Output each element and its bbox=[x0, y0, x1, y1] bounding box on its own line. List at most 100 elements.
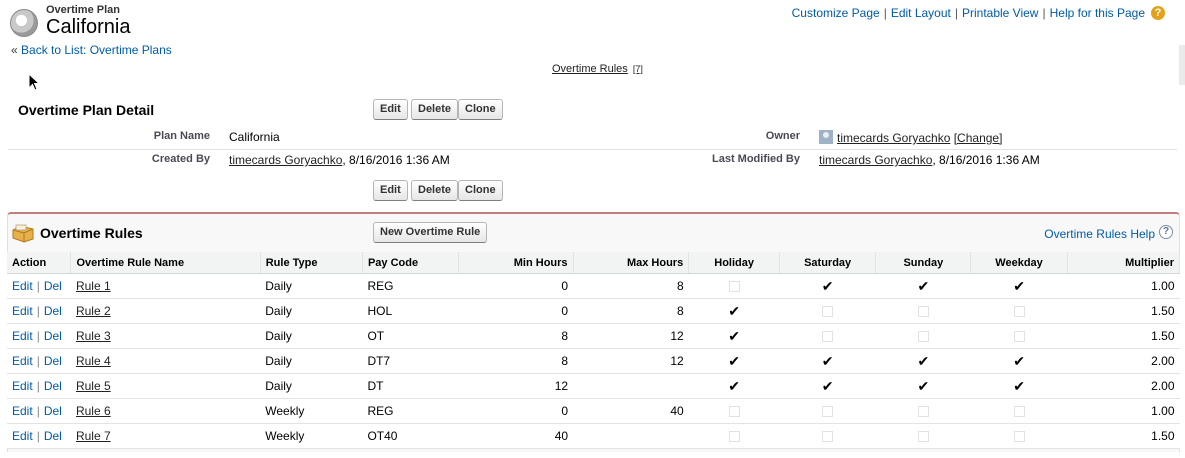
sunday-cell: ✔ bbox=[875, 373, 971, 399]
min-hours-cell: 40 bbox=[458, 423, 574, 449]
column-header-max-hours[interactable]: Max Hours bbox=[573, 252, 690, 274]
delete-row-link[interactable]: Del bbox=[44, 429, 62, 443]
divider: | bbox=[36, 304, 40, 318]
column-header-rule-type[interactable]: Rule Type bbox=[260, 252, 363, 274]
help-icon[interactable]: ? bbox=[1159, 225, 1173, 239]
rule-name-link[interactable]: Rule 3 bbox=[76, 329, 111, 343]
last-modified-by-label: Last Modified By bbox=[711, 153, 800, 165]
rule-name-link[interactable]: Rule 7 bbox=[76, 429, 111, 443]
customize-page-link[interactable]: Customize Page bbox=[792, 6, 880, 20]
holiday-cell bbox=[688, 273, 780, 299]
unchecked-checkbox-icon bbox=[822, 331, 834, 343]
max-hours-cell bbox=[573, 373, 689, 399]
rule-type-cell: Daily bbox=[260, 348, 363, 374]
column-header-weekday[interactable]: Weekday bbox=[970, 252, 1068, 274]
action-cell: Edit | Del bbox=[7, 273, 71, 299]
sunday-cell: ✔ bbox=[875, 273, 971, 299]
change-owner-link[interactable]: [Change] bbox=[954, 131, 1003, 145]
back-to-list-link[interactable]: Back to List: Overtime Plans bbox=[21, 43, 172, 57]
max-hours-cell: 12 bbox=[573, 348, 689, 374]
rule-name-link[interactable]: Rule 4 bbox=[76, 354, 111, 368]
column-header-pay-code[interactable]: Pay Code bbox=[362, 252, 459, 274]
unchecked-checkbox-icon bbox=[1013, 306, 1025, 318]
overtime-rules-jump-link[interactable]: Overtime Rules bbox=[552, 63, 628, 75]
overtime-rules-help-link[interactable]: Overtime Rules Help bbox=[1044, 227, 1155, 241]
overtime-rules-table: Action Overtime Rule Name Rule Type Pay Cod… bbox=[7, 252, 1181, 449]
weekday-cell bbox=[970, 323, 1068, 349]
rule-type-cell: Daily bbox=[260, 323, 363, 349]
pay-code-cell: REG bbox=[362, 398, 459, 424]
column-header-overtime-rule-name[interactable]: Overtime Rule Name bbox=[70, 252, 261, 274]
edit-row-link[interactable]: Edit bbox=[12, 429, 33, 443]
clone-button-bottom[interactable]: Clone bbox=[458, 180, 503, 201]
printable-view-link[interactable]: Printable View bbox=[962, 6, 1039, 20]
edit-row-link[interactable]: Edit bbox=[12, 304, 33, 318]
rule-name-cell: Rule 1 bbox=[70, 273, 261, 299]
created-by-value: timecards Goryachko, 8/16/2016 1:36 AM bbox=[229, 153, 450, 167]
help-for-page-link[interactable]: Help for this Page bbox=[1050, 6, 1145, 20]
weekday-cell bbox=[970, 398, 1068, 424]
edit-layout-link[interactable]: Edit Layout bbox=[891, 6, 951, 20]
rule-type-cell: Daily bbox=[260, 273, 363, 299]
rule-type-cell: Weekly bbox=[260, 423, 363, 449]
delete-button-bottom[interactable]: Delete bbox=[411, 180, 459, 201]
weekday-cell bbox=[970, 298, 1068, 324]
delete-row-link[interactable]: Del bbox=[44, 404, 62, 418]
table-row: Edit | Del Rule 7 Weekly OT40 40 1.50 bbox=[7, 423, 1180, 449]
divider: | bbox=[36, 279, 40, 293]
rule-name-link[interactable]: Rule 2 bbox=[76, 304, 111, 318]
last-modified-by-user-link[interactable]: timecards Goryachko bbox=[819, 153, 932, 167]
column-header-sunday[interactable]: Sunday bbox=[875, 252, 972, 274]
delete-row-link[interactable]: Del bbox=[44, 379, 62, 393]
column-header-min-hours[interactable]: Min Hours bbox=[458, 252, 574, 274]
column-header-saturday[interactable]: Saturday bbox=[779, 252, 877, 274]
rule-name-cell: Rule 2 bbox=[70, 298, 261, 324]
unchecked-checkbox-icon bbox=[1013, 406, 1025, 418]
overtime-rules-count[interactable]: [7] bbox=[633, 64, 643, 74]
unchecked-checkbox-icon bbox=[1013, 331, 1025, 343]
column-header-multiplier[interactable]: Multiplier bbox=[1067, 252, 1181, 274]
edit-row-link[interactable]: Edit bbox=[12, 279, 33, 293]
created-by-user-link[interactable]: timecards Goryachko bbox=[229, 153, 342, 167]
column-header-action[interactable]: Action bbox=[7, 252, 72, 274]
edit-button[interactable]: Edit bbox=[373, 99, 408, 120]
action-cell: Edit | Del bbox=[7, 398, 71, 424]
edit-row-link[interactable]: Edit bbox=[12, 354, 33, 368]
delete-row-link[interactable]: Del bbox=[44, 354, 62, 368]
unchecked-checkbox-icon bbox=[728, 406, 740, 418]
delete-row-link[interactable]: Del bbox=[44, 304, 62, 318]
column-header-holiday[interactable]: Holiday bbox=[688, 252, 781, 274]
cd-icon bbox=[10, 9, 38, 37]
owner-link[interactable]: timecards Goryachko bbox=[837, 131, 950, 145]
edit-row-link[interactable]: Edit bbox=[12, 379, 33, 393]
holiday-cell bbox=[688, 398, 780, 424]
help-icon[interactable]: ? bbox=[1151, 6, 1165, 20]
unchecked-checkbox-icon bbox=[1013, 431, 1025, 443]
rule-name-link[interactable]: Rule 1 bbox=[76, 279, 111, 293]
multiplier-cell: 1.00 bbox=[1067, 273, 1180, 299]
scrollbar[interactable] bbox=[1179, 45, 1185, 85]
pay-code-cell: DT bbox=[362, 373, 459, 399]
table-row: Edit | Del Rule 6 Weekly REG 0 40 1.00 bbox=[7, 398, 1180, 424]
checked-checkbox-icon: ✔ bbox=[1013, 377, 1025, 394]
delete-row-link[interactable]: Del bbox=[44, 279, 62, 293]
action-cell: Edit | Del bbox=[7, 323, 71, 349]
created-by-label: Created By bbox=[151, 153, 210, 165]
rule-name-cell: Rule 4 bbox=[70, 348, 261, 374]
divider: | bbox=[36, 429, 40, 443]
pay-code-cell: HOL bbox=[362, 298, 459, 324]
max-hours-cell: 12 bbox=[573, 323, 689, 349]
delete-button[interactable]: Delete bbox=[411, 99, 459, 120]
delete-row-link[interactable]: Del bbox=[44, 329, 62, 343]
pay-code-cell: OT bbox=[362, 323, 459, 349]
new-overtime-rule-button[interactable]: New Overtime Rule bbox=[373, 222, 488, 243]
edit-row-link[interactable]: Edit bbox=[12, 404, 33, 418]
clone-button[interactable]: Clone bbox=[458, 99, 503, 120]
edit-button-bottom[interactable]: Edit bbox=[373, 180, 408, 201]
pay-code-cell: DT7 bbox=[362, 348, 459, 374]
rule-type-cell: Daily bbox=[260, 298, 363, 324]
table-row: Edit | Del Rule 1 Daily REG 0 8 ✔ ✔ ✔ 1.00 bbox=[7, 273, 1180, 299]
edit-row-link[interactable]: Edit bbox=[12, 329, 33, 343]
rule-name-link[interactable]: Rule 5 bbox=[76, 379, 111, 393]
rule-name-link[interactable]: Rule 6 bbox=[76, 404, 111, 418]
